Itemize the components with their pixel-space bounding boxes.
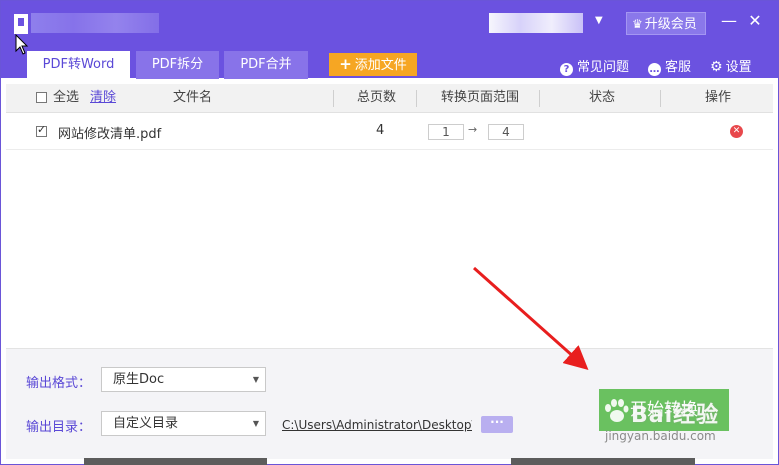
settings-link[interactable]: ⚙ 设置 xyxy=(710,56,752,75)
chat-icon: … xyxy=(648,63,661,76)
output-directory-select[interactable]: 自定义目录 ▼ xyxy=(101,411,266,436)
upgrade-member-button[interactable]: ♛ 升级会员 xyxy=(626,12,706,35)
app-window: ▼ ♛ 升级会员 — ✕ PDF转Word PDF拆分 PDF合并 + 添加文件 ?… xyxy=(0,0,779,465)
column-divider xyxy=(416,90,417,107)
title-bar: ▼ ♛ 升级会员 — ✕ PDF转Word PDF拆分 PDF合并 + 添加文件 ?… xyxy=(1,1,778,79)
taskbar-segment xyxy=(511,458,695,465)
output-directory-label: 输出目录： xyxy=(26,420,92,435)
column-range: 转换页面范围 xyxy=(441,90,520,105)
row-filename: 网站修改清单.pdf xyxy=(58,127,162,142)
mouse-cursor-icon xyxy=(15,34,29,55)
delete-row-icon[interactable]: ✕ xyxy=(730,125,743,138)
chevron-down-icon: ▼ xyxy=(252,375,259,384)
gear-icon: ⚙ xyxy=(710,59,723,75)
minimize-button[interactable]: — xyxy=(719,11,739,30)
column-divider xyxy=(660,90,661,107)
output-format-select[interactable]: 原生Doc ▼ xyxy=(101,367,266,392)
service-label: 客服 xyxy=(665,60,692,75)
output-directory-value: 自定义目录 xyxy=(113,416,179,431)
close-button[interactable]: ✕ xyxy=(745,11,765,30)
tab-pdf-split[interactable]: PDF拆分 xyxy=(136,51,219,79)
customer-service-link[interactable]: … 客服 xyxy=(648,56,691,76)
column-pages: 总页数 xyxy=(357,90,397,105)
crown-icon: ♛ xyxy=(632,17,643,31)
column-divider xyxy=(539,90,540,107)
table-row[interactable]: 网站修改清单.pdf 4 1 → 4 ✕ xyxy=(6,115,773,150)
add-file-label: 添加文件 xyxy=(354,58,407,73)
add-file-button[interactable]: + 添加文件 xyxy=(329,53,417,76)
tab-pdf-to-word[interactable]: PDF转Word xyxy=(27,51,130,79)
output-path-link[interactable]: C:\Users\Administrator\Desktop\ xyxy=(282,418,472,432)
output-format-value: 原生Doc xyxy=(113,372,165,387)
output-format-label: 输出格式： xyxy=(26,376,92,391)
column-divider xyxy=(333,90,334,107)
plus-icon: + xyxy=(339,55,352,73)
taskbar-segment xyxy=(84,458,267,465)
faq-label: 常见问题 xyxy=(577,60,630,75)
app-logo-icon xyxy=(14,14,28,34)
range-to-input[interactable]: 4 xyxy=(488,124,524,140)
start-convert-button[interactable]: 开始转换 xyxy=(599,389,729,431)
select-all-checkbox[interactable] xyxy=(36,92,47,103)
settings-label: 设置 xyxy=(725,60,752,75)
question-icon: ? xyxy=(560,63,573,76)
select-all-label[interactable]: 全选 xyxy=(53,84,79,112)
column-filename: 文件名 xyxy=(173,90,213,105)
upgrade-label: 升级会员 xyxy=(644,17,697,32)
row-checkbox[interactable] xyxy=(36,123,47,137)
browse-folder-button[interactable]: ··· xyxy=(481,416,513,433)
column-action: 操作 xyxy=(705,90,732,105)
row-page-count: 4 xyxy=(376,123,385,138)
range-arrow-icon: → xyxy=(468,123,478,136)
file-table-header: 全选 清除 文件名 总页数 转换页面范围 状态 操作 xyxy=(6,84,773,113)
chevron-down-icon: ▼ xyxy=(252,419,259,428)
range-from-input[interactable]: 1 xyxy=(428,124,464,140)
tab-pdf-merge[interactable]: PDF合并 xyxy=(224,51,308,79)
blurred-app-title xyxy=(31,13,159,33)
user-dropdown-icon[interactable]: ▼ xyxy=(595,15,603,26)
column-status: 状态 xyxy=(589,90,616,105)
faq-link[interactable]: ? 常见问题 xyxy=(560,56,629,76)
clear-list-link[interactable]: 清除 xyxy=(90,84,116,112)
blurred-username[interactable] xyxy=(489,13,583,33)
